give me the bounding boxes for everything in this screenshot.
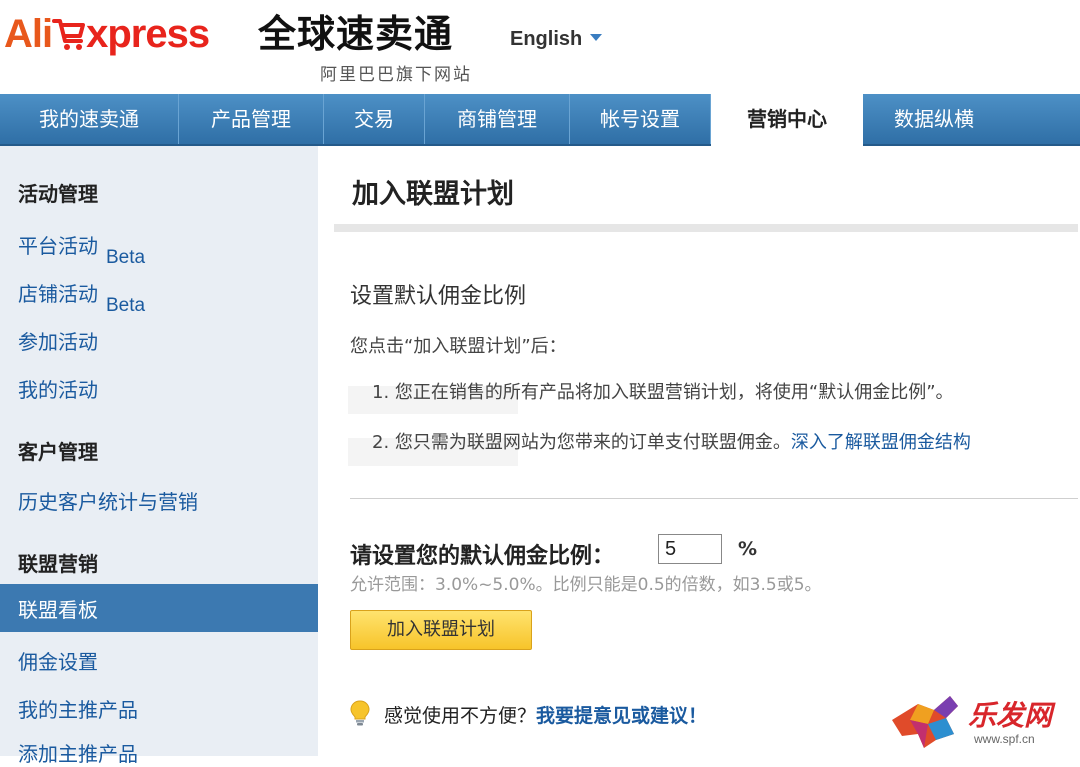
logo-subtitle: 阿里巴巴旗下网站 [320, 65, 472, 85]
tab-transactions[interactable]: 交易 [324, 94, 425, 144]
tab-data-analytics[interactable]: 数据纵横 [864, 94, 1004, 144]
sidebar-heading-affiliate-marketing: 联盟营销 [18, 552, 98, 576]
aliexpress-logo[interactable]: Ali xpress 全球速卖通 阿里巴巴旗下网站 [4, 6, 484, 86]
logo-ali-text: Ali [4, 12, 53, 56]
feedback-link[interactable]: 我要提意见或建议！ [536, 705, 707, 727]
intro-text: 您点击“加入联盟计划”后： [350, 336, 567, 357]
watermark-text: 乐发网 [968, 699, 1053, 732]
feedback-text: 感觉使用不方便？ [384, 705, 537, 727]
info-item-2: 2. 您只需为联盟网站为您带来的订单支付联盟佣金。深入了解联盟佣金结构 [372, 428, 971, 454]
sidebar-item-store-activity[interactable]: 店铺活动 Beta [18, 278, 145, 316]
watermark: 乐发网 www.spf.cn [888, 690, 1078, 752]
sidebar-item-label: 店铺活动 [18, 282, 98, 306]
page-title: 加入联盟计划 [352, 179, 514, 210]
sidebar-item-my-featured-products[interactable]: 我的主推产品 [18, 694, 138, 723]
title-divider [334, 224, 1078, 232]
sidebar-item-platform-activity[interactable]: 平台活动 Beta [18, 230, 145, 268]
tab-marketing-center[interactable]: 营销中心 [711, 94, 863, 146]
join-affiliate-button[interactable]: 加入联盟计划 [350, 610, 532, 650]
sidebar-item-label: 平台活动 [18, 234, 98, 258]
sidebar-item-add-featured-products[interactable]: 添加主推产品 [18, 738, 138, 767]
info-item-1: 1. 您正在销售的所有产品将加入联盟营销计划，将使用“默认佣金比例”。 [372, 382, 954, 403]
beta-badge: Beta [106, 295, 146, 316]
default-rate-label: 请设置您的默认佣金比例： [350, 544, 615, 569]
watermark-url: www.spf.cn [974, 732, 1035, 746]
learn-commission-structure-link[interactable]: 深入了解联盟佣金结构 [791, 432, 971, 453]
main-content: 加入联盟计划 设置默认佣金比例 您点击“加入联盟计划”后： 1. 您正在销售的所… [318, 146, 1080, 756]
logo-brand: Ali xpress [4, 12, 210, 56]
top-nav: 我的速卖通 产品管理 交易 商铺管理 帐号设置 营销中心 数据纵横 [0, 94, 1080, 146]
sidebar-heading-activity-management: 活动管理 [18, 182, 98, 206]
tab-store-management[interactable]: 商铺管理 [425, 94, 570, 144]
commission-rate-input[interactable] [658, 534, 722, 564]
beta-badge: Beta [106, 247, 146, 268]
tab-account-settings[interactable]: 帐号设置 [570, 94, 711, 144]
tab-my-aliexpress[interactable]: 我的速卖通 [0, 94, 179, 144]
percent-unit: % [738, 538, 758, 560]
lightbulb-icon [350, 700, 370, 726]
logo-xpress-text: xpress [86, 12, 210, 56]
sidebar: 活动管理 平台活动 Beta 店铺活动 Beta 参加活动 我的活动 客户管理 历史… [0, 146, 319, 766]
section-title: 设置默认佣金比例 [350, 284, 527, 309]
sidebar-item-join-activity[interactable]: 参加活动 [18, 326, 98, 355]
language-label: English [510, 28, 583, 50]
language-selector[interactable]: English [510, 28, 603, 51]
cart-icon [52, 19, 86, 50]
sidebar-item-label: 联盟看板 [18, 598, 98, 622]
allowed-range-hint: 允许范围：3.0%~5.0%。比例只能是0.5的倍数，如3.5或5。 [350, 575, 822, 595]
sidebar-item-commission-settings[interactable]: 佣金设置 [18, 646, 98, 675]
header: Ali xpress 全球速卖通 阿里巴巴旗下网站 English [0, 0, 1080, 92]
feedback-row: 感觉使用不方便？我要提意见或建议！ [350, 700, 707, 728]
logo-chinese-name: 全球速卖通 [258, 12, 454, 56]
sidebar-item-history-customers[interactable]: 历史客户统计与营销 [18, 486, 198, 515]
sidebar-item-my-activity[interactable]: 我的活动 [18, 374, 98, 403]
sidebar-item-affiliate-dashboard[interactable]: 联盟看板 [0, 584, 318, 632]
watermark-logo-icon [892, 696, 958, 748]
info-item-2-text: 2. 您只需为联盟网站为您带来的订单支付联盟佣金。 [372, 432, 791, 453]
tab-product-management[interactable]: 产品管理 [179, 94, 324, 144]
section-divider [350, 498, 1078, 499]
chevron-down-icon [590, 34, 603, 41]
sidebar-heading-customer-management: 客户管理 [18, 440, 98, 464]
